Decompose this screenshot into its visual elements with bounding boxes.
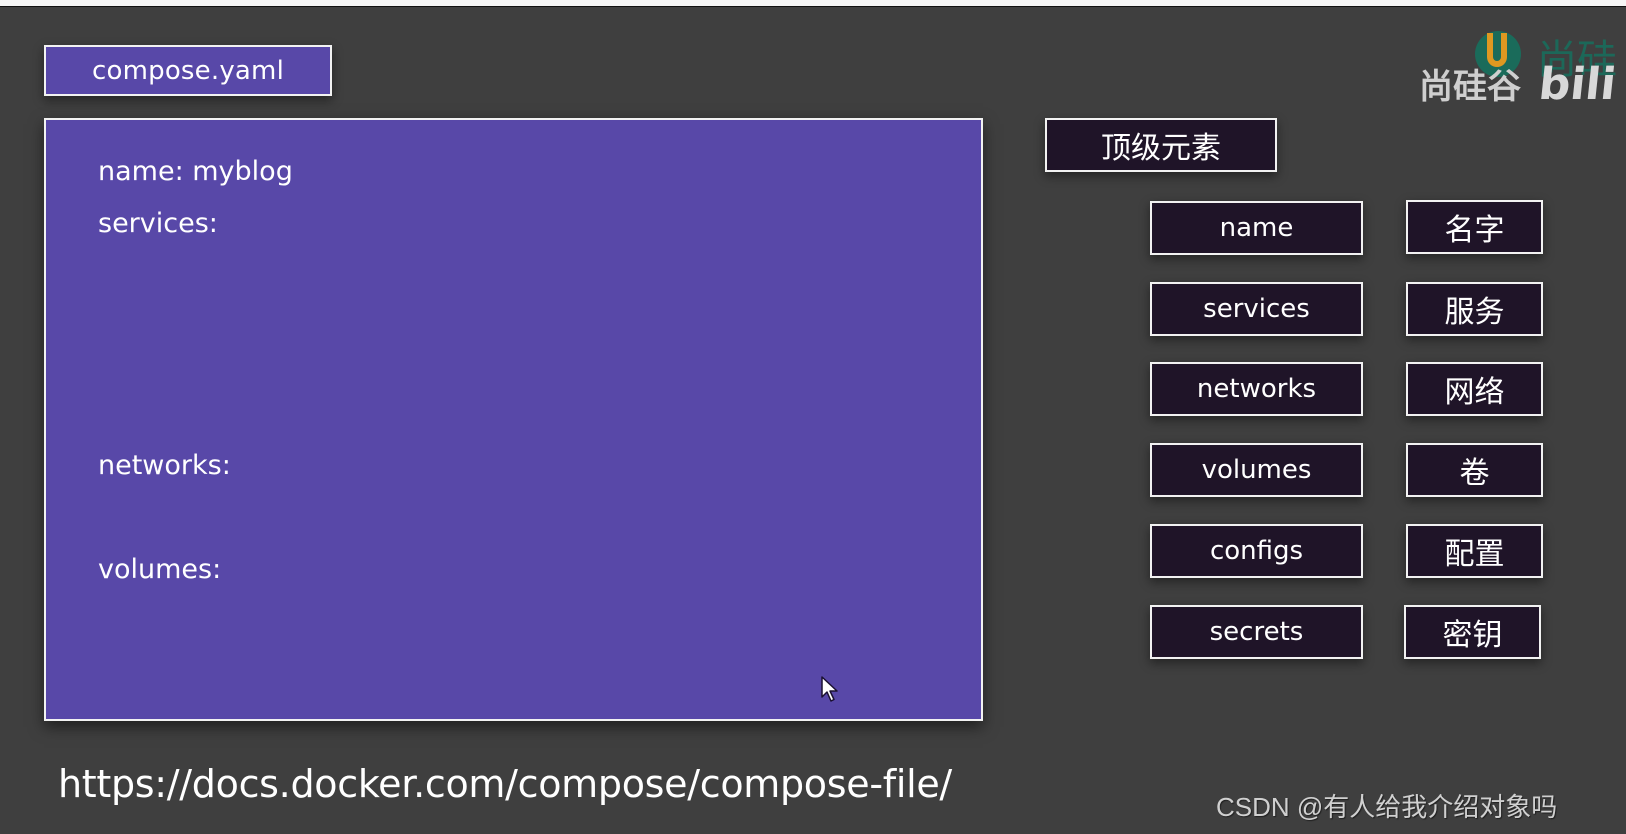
element-label: 名字 [1444,213,1505,248]
element-label: configs [1209,536,1304,566]
element-configs-en: configs [1150,524,1363,578]
atguigu-logo-icon: 尚硅 尚硅谷 bili [1415,25,1626,110]
element-label: 卷 [1459,456,1490,491]
csdn-watermark: CSDN @有人给我介绍对象吗 [1216,792,1558,822]
element-volumes-en: volumes [1150,443,1363,497]
element-volumes-zh: 卷 [1406,443,1543,497]
element-configs-zh: 配置 [1406,524,1543,578]
element-secrets-zh: 密钥 [1404,605,1541,659]
yaml-line-volumes: volumes: [98,554,222,585]
file-label: compose.yaml [44,45,332,96]
element-label: 网络 [1444,375,1505,410]
element-services-zh: 服务 [1406,282,1543,336]
top-level-elements-heading: 顶级元素 [1045,118,1277,172]
yaml-line-networks: networks: [98,450,231,481]
element-name-en: name [1150,201,1363,255]
element-label: name [1219,213,1294,243]
file-label-text: compose.yaml [91,55,285,86]
yaml-panel: name: myblog services: networks: volumes… [44,118,983,721]
compose-docs-link[interactable]: https://docs.docker.com/compose/compose-… [58,762,952,806]
mouse-pointer-icon [821,676,838,702]
element-secrets-en: secrets [1150,605,1363,659]
yaml-line-services: services: [98,208,218,239]
element-label: 服务 [1444,295,1505,330]
element-label: services [1203,294,1310,324]
logo-text: 尚硅谷 [1419,67,1521,107]
element-label: 密钥 [1442,618,1503,653]
heading-text: 顶级元素 [1101,131,1221,166]
element-networks-en: networks [1150,362,1363,416]
element-label: networks [1196,374,1317,404]
element-label: 配置 [1444,537,1505,572]
element-networks-zh: 网络 [1406,362,1543,416]
top-strip [0,0,1626,7]
element-label: volumes [1201,455,1312,485]
element-services-en: services [1150,282,1363,336]
bilibili-logo: bili [1536,59,1619,110]
yaml-line-name: name: myblog [98,156,293,187]
element-name-zh: 名字 [1406,200,1543,254]
element-label: secrets [1209,617,1304,647]
